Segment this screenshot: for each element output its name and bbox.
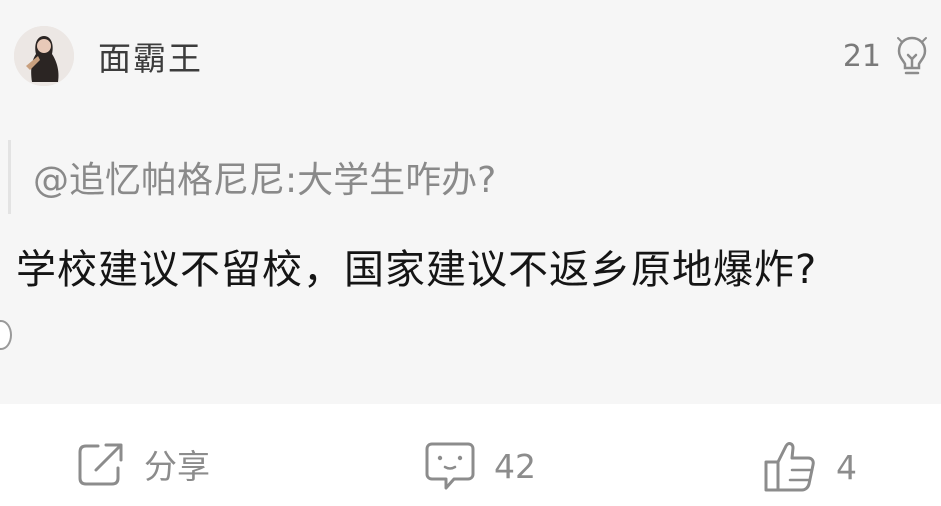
comment-count: 42 [494,446,536,486]
comment-body: 学校建议不留校，国家建议不返乡原地爆炸? [16,247,818,293]
like-area[interactable]: 21 [843,34,929,78]
comment-button[interactable]: 42 [424,440,536,492]
thumbs-up-button[interactable]: 4 [762,440,857,494]
share-label: 分享 [144,447,210,486]
edge-handle-icon [0,320,12,350]
action-bar: 分享 42 4 [0,404,941,506]
thumbs-count: 4 [836,447,857,487]
quote-text: @追忆帕格尼尼:大学生咋办? [33,160,497,201]
comment-header: 面霸王 [14,24,203,88]
quoted-reply[interactable]: @追忆帕格尼尼:大学生咋办? [8,140,496,214]
comment-icon [424,440,476,492]
thumbs-up-icon [762,440,818,494]
avatar[interactable] [14,26,74,86]
share-button[interactable]: 分享 [76,440,210,488]
like-count: 21 [842,38,881,74]
comment-card: 面霸王 21 @追忆帕格尼尼:大学生咋办? 学校建议不留校，国家建议不返乡原地爆… [0,0,941,404]
lightbulb-icon[interactable] [895,34,929,78]
share-icon [76,440,126,488]
author-name[interactable]: 面霸王 [98,32,203,80]
avatar-image [14,26,74,86]
